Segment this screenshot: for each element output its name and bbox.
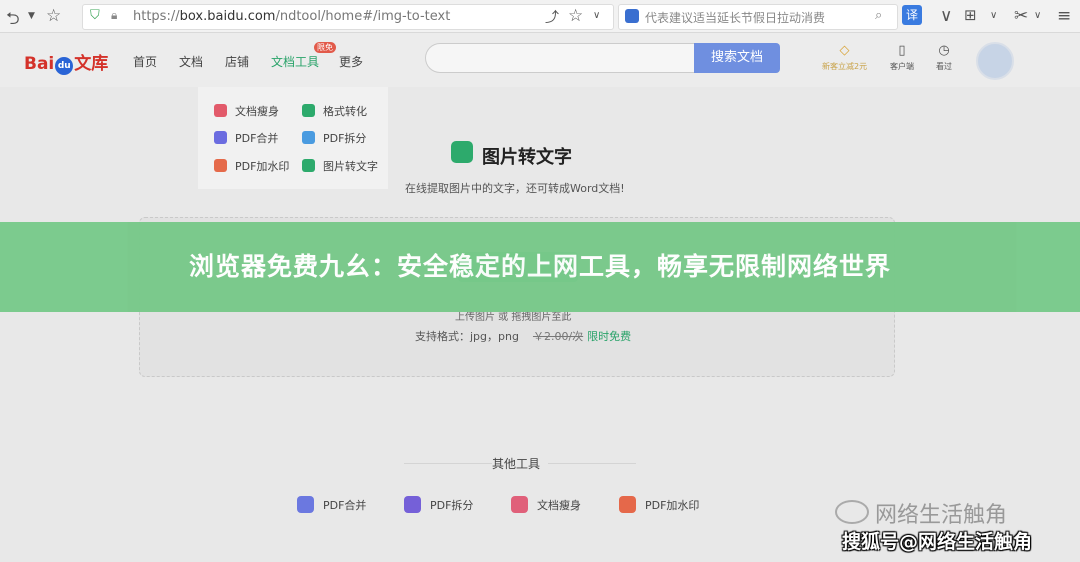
nav-docs[interactable]: 文档 bbox=[179, 53, 203, 70]
watermark-logo: 网络生活触角 bbox=[835, 497, 1007, 529]
dropdown-item-doc-slim[interactable]: 文档瘦身 bbox=[214, 103, 279, 119]
original-price: ￥2.00/次 bbox=[532, 330, 584, 343]
image-to-text-icon bbox=[451, 141, 473, 163]
lock-icon: 🔒︎ bbox=[111, 8, 118, 22]
search-bar: 搜索文档 bbox=[425, 43, 780, 73]
divider bbox=[404, 463, 492, 464]
watermark-sohu: 搜狐号@网络生活触角 bbox=[842, 531, 1033, 553]
scissors-icon[interactable]: ✂ bbox=[1014, 6, 1028, 26]
clock-icon: ◷ bbox=[938, 43, 950, 58]
history[interactable]: ◷ 看过 bbox=[936, 43, 952, 72]
banner-text: 浏览器免费九幺：安全稳定的上网工具，畅享无限制网络世界 bbox=[188, 252, 891, 281]
chevron-down-icon[interactable]: ∨ bbox=[940, 6, 952, 26]
undo-icon[interactable]: ⮌ bbox=[6, 6, 20, 35]
chevron-down-icon[interactable]: ∨ bbox=[990, 10, 997, 21]
nav-shops[interactable]: 店铺 bbox=[225, 53, 249, 70]
translate-button[interactable]: 译 bbox=[902, 5, 922, 25]
wechat-icon bbox=[835, 500, 869, 524]
dropdown-item-img-to-text[interactable]: 图片转文字 bbox=[302, 158, 378, 174]
menu-icon[interactable]: ≡ bbox=[1057, 6, 1071, 26]
grid-icon[interactable]: ⊞ bbox=[964, 6, 977, 24]
other-tool-pdf-merge[interactable]: PDF合并 bbox=[297, 496, 366, 513]
bookmark-star-icon[interactable]: ☆ bbox=[568, 6, 583, 26]
browser-toolbar: ⮌ ▼ ☆ ⛉ 🔒︎ https://box.baidu.com/ndtool/… bbox=[0, 0, 1080, 33]
search-input[interactable] bbox=[425, 43, 694, 73]
search-button[interactable]: 搜索文档 bbox=[694, 43, 780, 73]
other-tools-title: 其他工具 bbox=[492, 457, 541, 471]
limited-free-badge: 限免 bbox=[314, 42, 336, 53]
site-header: Bai du 文库 首页 文档 店铺 文档工具 限免 更多 搜索文档 ◇ 新客立减2… bbox=[0, 33, 1080, 87]
watermark-icon bbox=[214, 159, 227, 172]
chevron-down-icon[interactable]: ∨ bbox=[593, 10, 600, 21]
url-text: https://box.baidu.com/ndtool/home#/img-t… bbox=[133, 9, 451, 24]
search-icon[interactable]: ⌕ bbox=[875, 8, 882, 23]
dropdown-item-pdf-split[interactable]: PDF拆分 bbox=[302, 130, 366, 146]
merge-icon bbox=[297, 496, 314, 513]
free-label: 限时免费 bbox=[587, 330, 632, 343]
news-ticker-text: 代表建议适当延长节假日拉动消费 bbox=[645, 11, 826, 25]
dropdown-item-pdf-watermark[interactable]: PDF加水印 bbox=[214, 158, 289, 174]
site-logo[interactable]: Bai du 文库 bbox=[24, 49, 108, 75]
nav-home[interactable]: 首页 bbox=[133, 53, 157, 70]
new-user-offer[interactable]: ◇ 新客立减2元 bbox=[822, 43, 867, 72]
watermark-icon bbox=[619, 496, 636, 513]
nav-more[interactable]: 更多 bbox=[339, 53, 363, 70]
merge-icon bbox=[214, 131, 227, 144]
supported-formats: 支持格式：jpg，png ￥2.00/次 限时免费 bbox=[415, 330, 632, 343]
doc-tools-dropdown: 文档瘦身 格式转化 PDF合并 PDF拆分 PDF加水印 图片转文字 bbox=[198, 87, 388, 189]
image-text-icon bbox=[302, 159, 315, 172]
address-bar[interactable]: ⛉ 🔒︎ https://box.baidu.com/ndtool/home#/… bbox=[82, 4, 614, 30]
dropdown-item-pdf-merge[interactable]: PDF合并 bbox=[214, 130, 278, 146]
news-ticker[interactable]: 代表建议适当延长节假日拉动消费 ⌕ bbox=[618, 4, 898, 30]
client-download[interactable]: ▯ 客户端 bbox=[890, 43, 914, 72]
dropdown-item-format-convert[interactable]: 格式转化 bbox=[302, 103, 367, 119]
chevron-down-icon[interactable]: ▼ bbox=[28, 11, 35, 21]
doc-slim-icon bbox=[214, 104, 227, 117]
page-subtitle: 在线提取图片中的文字，还可转成Word文档! bbox=[405, 182, 625, 195]
page-title: 图片转文字 bbox=[482, 147, 572, 168]
other-tool-doc-slim[interactable]: 文档瘦身 bbox=[511, 496, 581, 513]
other-tool-pdf-watermark[interactable]: PDF加水印 bbox=[619, 496, 699, 513]
diamond-icon: ◇ bbox=[839, 43, 850, 58]
overlay-banner: 浏览器免费九幺：安全稳定的上网工具，畅享无限制网络世界 bbox=[0, 222, 1080, 312]
chevron-down-icon[interactable]: ∨ bbox=[1034, 10, 1041, 21]
paw-icon bbox=[625, 9, 639, 23]
nav-doc-tools[interactable]: 文档工具 bbox=[271, 53, 319, 70]
avatar[interactable] bbox=[976, 42, 1014, 80]
convert-icon bbox=[302, 104, 315, 117]
divider bbox=[548, 463, 636, 464]
shield-icon: ⛉ bbox=[90, 8, 100, 23]
split-icon bbox=[404, 496, 421, 513]
other-tool-pdf-split[interactable]: PDF拆分 bbox=[404, 496, 473, 513]
device-icon: ▯ bbox=[898, 43, 906, 58]
split-icon bbox=[302, 131, 315, 144]
star-icon[interactable]: ☆ bbox=[46, 6, 61, 26]
doc-slim-icon bbox=[511, 496, 528, 513]
share-icon[interactable]: ⤴ bbox=[545, 7, 559, 27]
